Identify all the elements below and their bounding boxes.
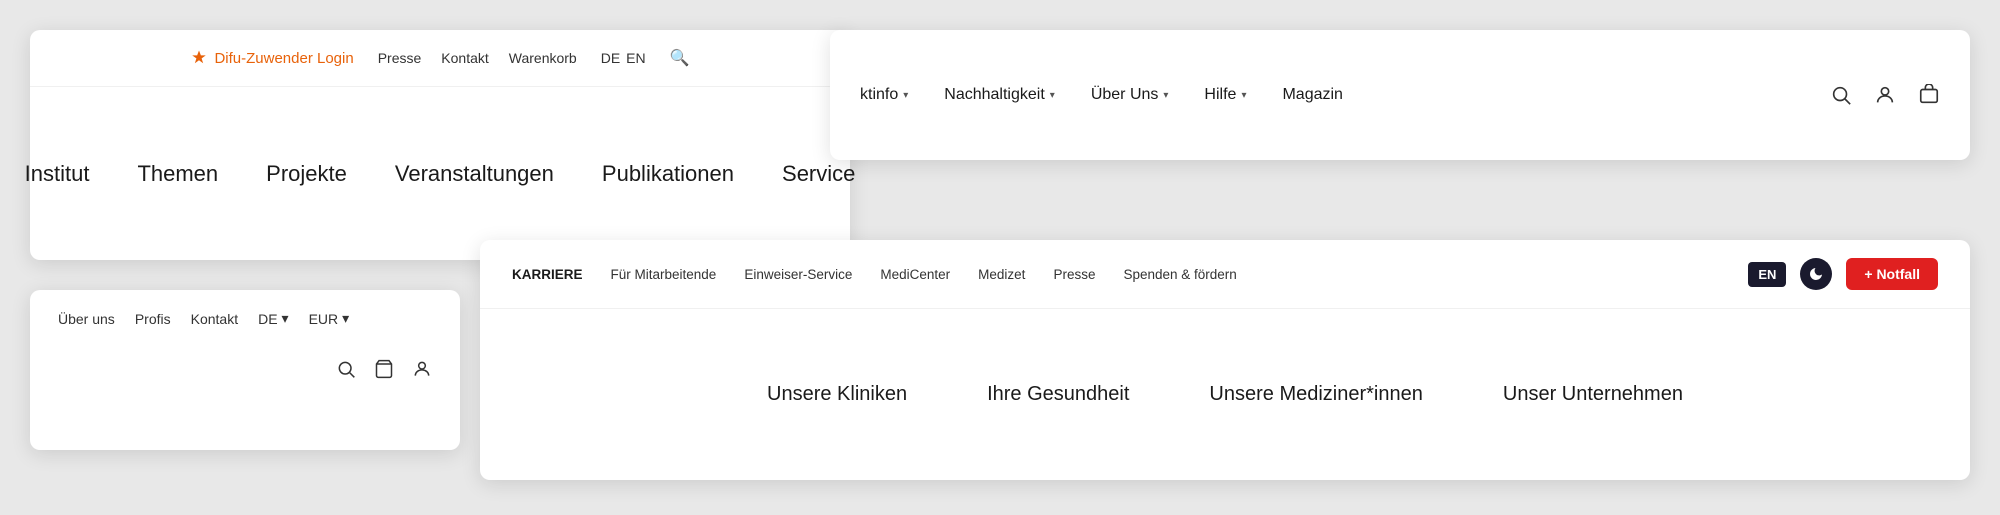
card-small-nav: Über uns Profis Kontakt DE ▾ EUR ▾	[30, 290, 460, 450]
star-icon	[190, 49, 208, 67]
chevron-down-icon: ▾	[1241, 90, 1246, 101]
nav-ueber-uns[interactable]: Über Uns ▾	[1091, 86, 1169, 104]
search-icon[interactable]: 🔍	[670, 48, 690, 68]
currency-selector[interactable]: EUR ▾	[309, 310, 350, 327]
header-icons	[1830, 84, 1940, 106]
nav-ktinfo[interactable]: ktinfo ▾	[860, 86, 908, 104]
top-links: Presse Kontakt Warenkorb	[378, 50, 577, 66]
karriere-link[interactable]: KARRIERE	[512, 267, 583, 282]
card-karriere: KARRIERE Für Mitarbeitende Einweiser-Ser…	[480, 240, 1970, 480]
warenkorb-link[interactable]: Warenkorb	[509, 50, 577, 66]
nav-veranstaltungen[interactable]: Veranstaltungen	[395, 161, 554, 187]
main-nav-1: Institut Themen Projekte Veranstaltungen…	[30, 87, 850, 260]
nav-ueber-uns-label: Über Uns	[1091, 86, 1159, 104]
nav-ihre-gesundheit[interactable]: Ihre Gesundheit	[987, 383, 1129, 406]
nav-institut[interactable]: Institut	[25, 161, 90, 187]
top-right-controls: EN + Notfall	[1748, 258, 1938, 290]
difu-login-link[interactable]: Difu-Zuwender Login	[190, 49, 353, 67]
nav-magazin-label: Magazin	[1282, 86, 1342, 104]
small-nav-links: Über uns Profis Kontakt DE ▾ EUR ▾	[30, 290, 460, 347]
nav-projekte[interactable]: Projekte	[266, 161, 347, 187]
lang-de-label: DE	[258, 311, 277, 327]
nav-unser-unternehmen[interactable]: Unser Unternehmen	[1503, 383, 1683, 406]
card-produktinfo: ktinfo ▾ Nachhaltigkeit ▾ Über Uns ▾ Hil…	[830, 30, 1970, 160]
chevron-down-icon: ▾	[1050, 90, 1055, 101]
user-icon[interactable]	[412, 359, 432, 379]
card-institut: Difu-Zuwender Login Presse Kontakt Waren…	[30, 30, 850, 260]
cart-icon[interactable]	[1918, 84, 1940, 106]
chevron-down-icon: ▾	[903, 90, 908, 101]
card-1-topbar: Difu-Zuwender Login Presse Kontakt Waren…	[30, 30, 850, 87]
currency-chevron-icon: ▾	[342, 310, 349, 327]
basket-icon[interactable]	[374, 359, 394, 379]
nav-hilfe[interactable]: Hilfe ▾	[1204, 86, 1246, 104]
search-icon[interactable]	[1830, 84, 1852, 106]
nav-nachhaltigkeit[interactable]: Nachhaltigkeit ▾	[944, 86, 1055, 104]
language-group: DE EN	[601, 50, 646, 66]
lang-chevron-icon: ▾	[282, 310, 289, 327]
presse-link[interactable]: Presse	[378, 50, 422, 66]
profis-link[interactable]: Profis	[135, 311, 171, 327]
lang-de[interactable]: DE	[601, 50, 620, 66]
spenden-link[interactable]: Spenden & fördern	[1123, 267, 1236, 282]
currency-label: EUR	[309, 311, 339, 327]
nav-mediziner[interactable]: Unsere Mediziner*innen	[1209, 383, 1422, 406]
lang-selector[interactable]: DE ▾	[258, 310, 288, 327]
fuer-mitarbeitende-link[interactable]: Für Mitarbeitende	[611, 267, 717, 282]
medicenter-link[interactable]: MediCenter	[880, 267, 950, 282]
main-nav-4: Unsere Kliniken Ihre Gesundheit Unsere M…	[480, 309, 1970, 480]
nav-unsere-kliniken[interactable]: Unsere Kliniken	[767, 383, 907, 406]
difu-login-label: Difu-Zuwender Login	[214, 50, 353, 67]
theme-toggle-button[interactable]	[1800, 258, 1832, 290]
small-nav-icons	[30, 347, 460, 391]
lang-en[interactable]: EN	[626, 50, 645, 66]
main-nav-2: ktinfo ▾ Nachhaltigkeit ▾ Über Uns ▾ Hil…	[860, 86, 1830, 104]
ueber-uns-link[interactable]: Über uns	[58, 311, 115, 327]
moon-icon	[1808, 266, 1824, 282]
nav-themen[interactable]: Themen	[137, 161, 218, 187]
nav-magazin[interactable]: Magazin	[1282, 86, 1342, 104]
presse-link[interactable]: Presse	[1053, 267, 1095, 282]
nav-publikationen[interactable]: Publikationen	[602, 161, 734, 187]
lang-en-button[interactable]: EN	[1748, 262, 1786, 287]
kontakt-link[interactable]: Kontakt	[441, 50, 488, 66]
chevron-down-icon: ▾	[1163, 90, 1168, 101]
notfall-button[interactable]: + Notfall	[1846, 258, 1938, 290]
medizet-link[interactable]: Medizet	[978, 267, 1025, 282]
nav-hilfe-label: Hilfe	[1204, 86, 1236, 104]
nav-nachhaltigkeit-label: Nachhaltigkeit	[944, 86, 1045, 104]
einweiser-service-link[interactable]: Einweiser-Service	[744, 267, 852, 282]
nav-service[interactable]: Service	[782, 161, 855, 187]
nav-ktinfo-label: ktinfo	[860, 86, 898, 104]
search-icon[interactable]	[336, 359, 356, 379]
karriere-topbar: KARRIERE Für Mitarbeitende Einweiser-Ser…	[480, 240, 1970, 309]
kontakt-link[interactable]: Kontakt	[191, 311, 238, 327]
user-icon[interactable]	[1874, 84, 1896, 106]
